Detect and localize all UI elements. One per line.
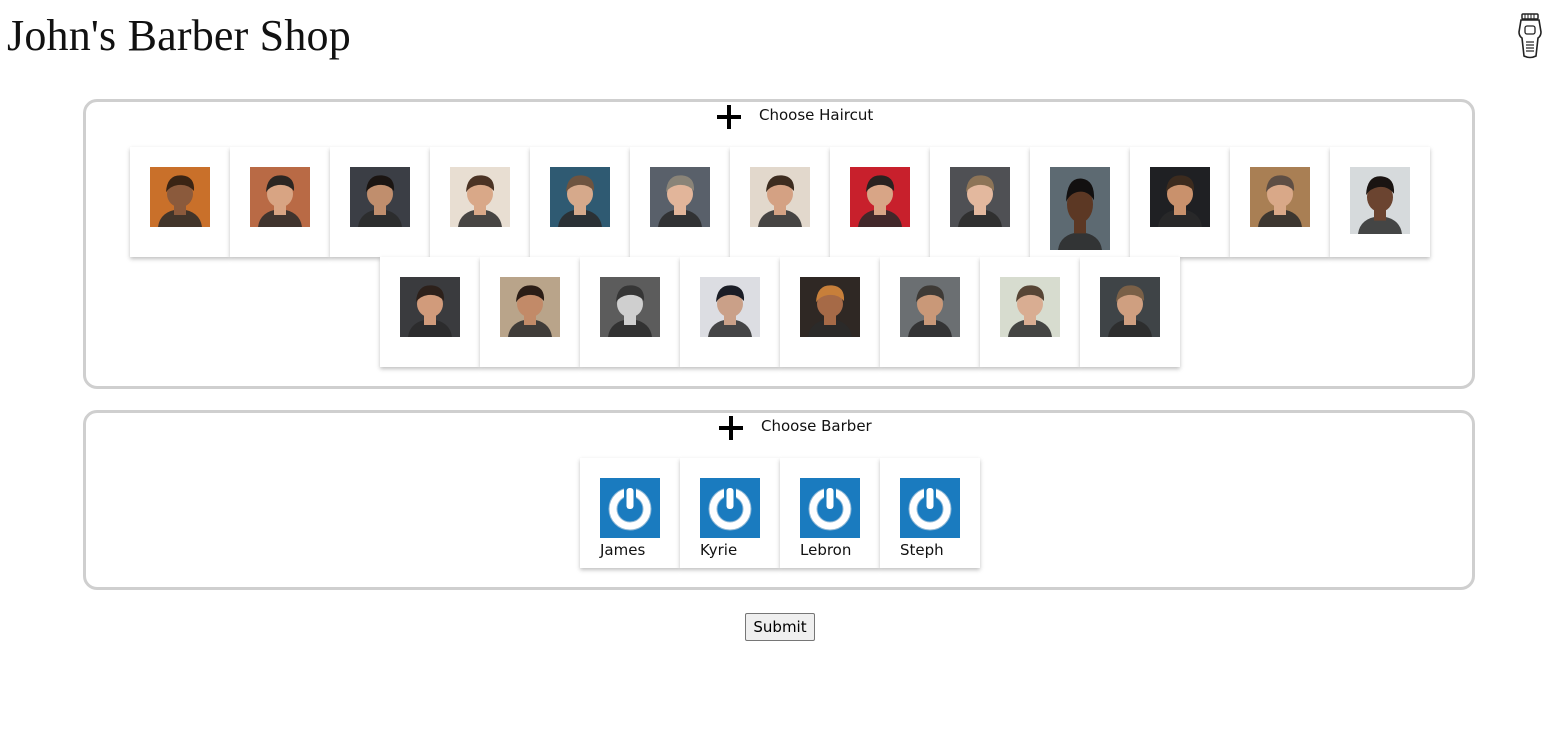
barber-name: Steph (900, 541, 944, 559)
power-placeholder-icon (800, 478, 860, 538)
haircut-option-18[interactable] (780, 257, 880, 367)
haircut-photo (500, 277, 560, 337)
haircut-option-6[interactable] (630, 147, 730, 257)
haircut-option-13[interactable] (1330, 147, 1430, 257)
haircut-photo (250, 167, 310, 227)
haircut-photo (1000, 277, 1060, 337)
haircut-photo (1150, 167, 1210, 227)
barber-name: James (600, 541, 646, 559)
haircut-option-15[interactable] (480, 257, 580, 367)
plus-icon[interactable] (717, 105, 741, 129)
haircut-photo (800, 277, 860, 337)
haircut-option-17[interactable] (680, 257, 780, 367)
haircut-option-10[interactable] (1030, 147, 1130, 257)
haircut-photo (750, 167, 810, 227)
haircut-photo (950, 167, 1010, 227)
barber-panel-label: Choose Barber (761, 417, 872, 435)
haircut-option-2[interactable] (230, 147, 330, 257)
haircut-option-7[interactable] (730, 147, 830, 257)
haircut-option-11[interactable] (1130, 147, 1230, 257)
barber-panel: Choose Barber James Kyrie Lebron Steph (83, 410, 1475, 590)
haircut-option-12[interactable] (1230, 147, 1330, 257)
haircut-option-1[interactable] (130, 147, 230, 257)
haircut-photo (400, 277, 460, 337)
barber-panel-header[interactable]: Choose Barber (86, 413, 1472, 443)
haircut-photo (350, 167, 410, 227)
haircut-photo (650, 167, 710, 227)
haircut-photo (600, 277, 660, 337)
power-placeholder-icon (900, 478, 960, 538)
haircut-option-14[interactable] (380, 257, 480, 367)
haircut-option-9[interactable] (930, 147, 1030, 257)
haircut-option-4[interactable] (430, 147, 530, 257)
haircut-option-21[interactable] (1080, 257, 1180, 367)
haircut-photo (1050, 167, 1110, 250)
barber-name: Lebron (800, 541, 852, 559)
haircut-photo (550, 167, 610, 227)
haircut-photo (700, 277, 760, 337)
barber-name: Kyrie (700, 541, 738, 559)
barber-option-lebron[interactable]: Lebron (780, 458, 880, 568)
haircut-photo (900, 277, 960, 337)
page-title: John's Barber Shop (7, 11, 351, 60)
haircut-photo (1350, 167, 1410, 234)
haircut-photo (850, 167, 910, 227)
haircut-panel-header[interactable]: Choose Haircut (86, 102, 1472, 132)
barber-clipper-icon (1516, 12, 1544, 60)
haircut-photo (150, 167, 210, 227)
haircut-panel: Choose Haircut (83, 99, 1475, 389)
haircut-option-19[interactable] (880, 257, 980, 367)
power-placeholder-icon (600, 478, 660, 538)
haircut-photo (1250, 167, 1310, 227)
haircut-option-20[interactable] (980, 257, 1080, 367)
power-placeholder-icon (700, 478, 760, 538)
barber-option-kyrie[interactable]: Kyrie (680, 458, 780, 568)
haircut-option-8[interactable] (830, 147, 930, 257)
barber-option-steph[interactable]: Steph (880, 458, 980, 568)
haircut-option-16[interactable] (580, 257, 680, 367)
barber-option-james[interactable]: James (580, 458, 680, 568)
haircut-photo (1100, 277, 1160, 337)
haircut-option-3[interactable] (330, 147, 430, 257)
haircut-option-5[interactable] (530, 147, 630, 257)
submit-button[interactable]: Submit (745, 613, 815, 641)
haircut-panel-label: Choose Haircut (759, 106, 874, 124)
haircut-photo (450, 167, 510, 227)
plus-icon[interactable] (719, 416, 743, 440)
